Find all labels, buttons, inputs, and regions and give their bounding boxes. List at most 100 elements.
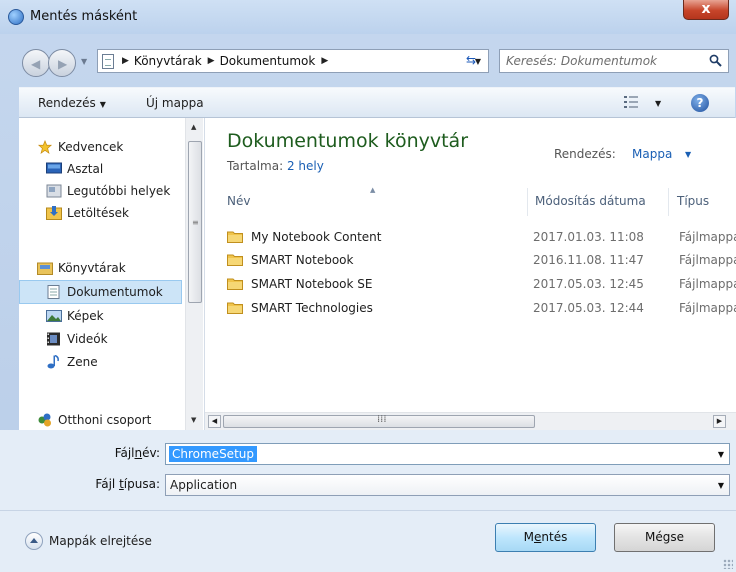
filetype-label: Fájl típusa: bbox=[68, 477, 160, 491]
chevron-right-icon[interactable]: ▶ bbox=[208, 56, 215, 66]
scroll-down-icon[interactable]: ▼ bbox=[191, 416, 196, 424]
recent-pages-dropdown-icon[interactable]: ▼ bbox=[81, 57, 87, 66]
organize-label: Rendezés bbox=[38, 96, 96, 110]
access-key: n bbox=[134, 446, 143, 460]
chevron-down-icon: ▼ bbox=[99, 100, 106, 109]
column-header-name[interactable]: Név bbox=[227, 194, 250, 208]
nav-item-pictures[interactable]: Képek bbox=[46, 305, 104, 327]
nav-item-recent-places[interactable]: Legutóbbi helyek bbox=[46, 180, 170, 202]
grip-icon: ⁞⁞⁞ bbox=[377, 414, 387, 425]
command-toolbar: Rendezés ▼ Új mappa ▼ ? bbox=[19, 87, 735, 118]
libraries-icon bbox=[37, 262, 53, 275]
nav-item-music[interactable]: Zene bbox=[46, 351, 98, 373]
nav-label: Kedvencek bbox=[58, 140, 124, 154]
scrollbar-thumb[interactable]: ⁞⁞⁞ bbox=[223, 414, 535, 428]
column-header-type[interactable]: Típus bbox=[677, 194, 709, 208]
breadcrumb-libraries[interactable]: Könyvtárak bbox=[134, 54, 202, 68]
grip-icon: ≡ bbox=[192, 218, 199, 227]
nav-item-documents[interactable]: Dokumentumok bbox=[46, 281, 163, 303]
file-modified: 2017.05.03. 12:44 bbox=[533, 301, 644, 315]
arrow-left-icon: ◀ bbox=[31, 57, 41, 71]
nav-item-videos[interactable]: Videók bbox=[46, 328, 108, 350]
nav-item-libraries[interactable]: Könyvtárak bbox=[37, 257, 126, 279]
file-name: SMART Notebook SE bbox=[251, 277, 373, 291]
file-type: Fájlmappa bbox=[679, 301, 736, 315]
nav-label: Otthoni csoport bbox=[58, 413, 152, 427]
close-button[interactable]: x bbox=[683, 0, 729, 20]
search-icon[interactable] bbox=[709, 54, 722, 67]
filetype-select[interactable]: Application ▼ bbox=[165, 474, 730, 496]
label-part: M bbox=[523, 530, 534, 544]
help-icon[interactable]: ? bbox=[691, 94, 709, 112]
label-part: ntés bbox=[541, 530, 568, 544]
file-type: Fájlmappa bbox=[679, 277, 736, 291]
column-divider[interactable] bbox=[527, 188, 528, 216]
scroll-right-icon[interactable]: ▶ bbox=[713, 415, 726, 428]
sort-ascending-icon: ▲ bbox=[370, 186, 376, 194]
scroll-left-icon[interactable]: ◀ bbox=[208, 415, 221, 428]
resize-grip-icon[interactable] bbox=[723, 559, 733, 569]
hide-folders-button[interactable]: Mappák elrejtése bbox=[25, 532, 152, 550]
nav-item-downloads[interactable]: Letöltések bbox=[46, 202, 129, 224]
search-input[interactable] bbox=[506, 53, 696, 69]
collapse-up-icon bbox=[25, 532, 43, 550]
homegroup-icon bbox=[38, 413, 51, 427]
new-folder-button[interactable]: Új mappa bbox=[146, 96, 204, 110]
chevron-down-icon[interactable]: ▼ bbox=[685, 150, 691, 159]
chevron-down-icon[interactable]: ▼ bbox=[718, 481, 724, 490]
file-row[interactable]: SMART Notebook SE 2017.05.03. 12:45 Fájl… bbox=[227, 273, 736, 295]
filename-label: Fájlnév: bbox=[97, 446, 160, 460]
folder-icon bbox=[227, 278, 243, 290]
hide-folders-label: Mappák elrejtése bbox=[49, 534, 152, 548]
file-list-pane: Dokumentumok könyvtár Tartalma: 2 hely R… bbox=[205, 118, 736, 430]
back-button[interactable]: ◀ bbox=[22, 49, 50, 77]
forward-button[interactable]: ▶ bbox=[48, 49, 76, 77]
folder-icon bbox=[227, 302, 243, 314]
address-bar[interactable]: ▶ Könyvtárak ▶ Dokumentumok ▶ ▼ bbox=[97, 49, 489, 73]
file-type: Fájlmappa bbox=[679, 230, 736, 244]
nav-label: Videók bbox=[67, 332, 108, 346]
nav-item-homegroup[interactable]: Otthoni csoport bbox=[37, 409, 151, 431]
arrow-right-icon: ▶ bbox=[58, 57, 68, 71]
view-options-icon[interactable] bbox=[624, 96, 638, 108]
file-row[interactable]: My Notebook Content 2017.01.03. 11:08 Fá… bbox=[227, 226, 736, 248]
save-as-dialog: Mentés másként x ◀ ▶ ▼ ▶ Könyvtárak ▶ Do… bbox=[0, 0, 736, 572]
divider bbox=[0, 510, 736, 511]
refresh-icon[interactable]: ⇆ bbox=[466, 53, 476, 67]
scrollbar-thumb[interactable]: ≡ bbox=[188, 141, 202, 303]
app-icon bbox=[8, 9, 24, 25]
videos-icon bbox=[47, 332, 60, 346]
chevron-down-icon[interactable]: ▼ bbox=[718, 450, 724, 459]
cancel-button[interactable]: Mégse bbox=[614, 523, 715, 552]
file-row[interactable]: SMART Notebook 2016.11.08. 11:47 Fájlmap… bbox=[227, 249, 736, 271]
organize-button[interactable]: Rendezés ▼ bbox=[38, 96, 106, 110]
chevron-right-icon[interactable]: ▶ bbox=[122, 56, 129, 66]
arrange-by-dropdown[interactable]: Mappa bbox=[632, 147, 672, 161]
nav-label: Dokumentumok bbox=[67, 285, 163, 299]
file-list-horizontal-scrollbar[interactable]: ◀ ⁞⁞⁞ ▶ bbox=[205, 412, 736, 430]
save-button[interactable]: Mentés bbox=[495, 523, 596, 552]
file-modified: 2016.11.08. 11:47 bbox=[533, 253, 644, 267]
file-name: SMART Notebook bbox=[251, 253, 354, 267]
filetype-value: Application bbox=[170, 478, 238, 492]
star-icon bbox=[37, 140, 53, 154]
file-row[interactable]: SMART Technologies 2017.05.03. 12:44 Fáj… bbox=[227, 297, 736, 319]
search-box[interactable] bbox=[499, 49, 729, 73]
nav-item-desktop[interactable]: Asztal bbox=[46, 158, 103, 180]
arrange-label: Rendezés: bbox=[554, 147, 616, 161]
nav-scrollbar[interactable]: ▲ ≡ ▼ bbox=[185, 118, 203, 430]
label-part: Fájl bbox=[114, 446, 135, 460]
column-divider[interactable] bbox=[668, 188, 669, 216]
breadcrumb-documents[interactable]: Dokumentumok bbox=[220, 54, 316, 68]
filename-field[interactable]: ChromeSetup ▼ bbox=[165, 443, 730, 465]
column-header-modified[interactable]: Módosítás dátuma bbox=[535, 194, 646, 208]
music-icon bbox=[47, 355, 59, 369]
contents-link[interactable]: 2 hely bbox=[287, 159, 324, 173]
folder-icon bbox=[227, 231, 243, 243]
view-dropdown-icon[interactable]: ▼ bbox=[655, 99, 661, 108]
scroll-up-icon[interactable]: ▲ bbox=[191, 123, 196, 131]
recent-places-icon bbox=[46, 184, 62, 198]
nav-item-favorites[interactable]: Kedvencek bbox=[37, 136, 123, 158]
filename-value[interactable]: ChromeSetup bbox=[169, 446, 257, 462]
chevron-right-icon[interactable]: ▶ bbox=[321, 56, 328, 66]
